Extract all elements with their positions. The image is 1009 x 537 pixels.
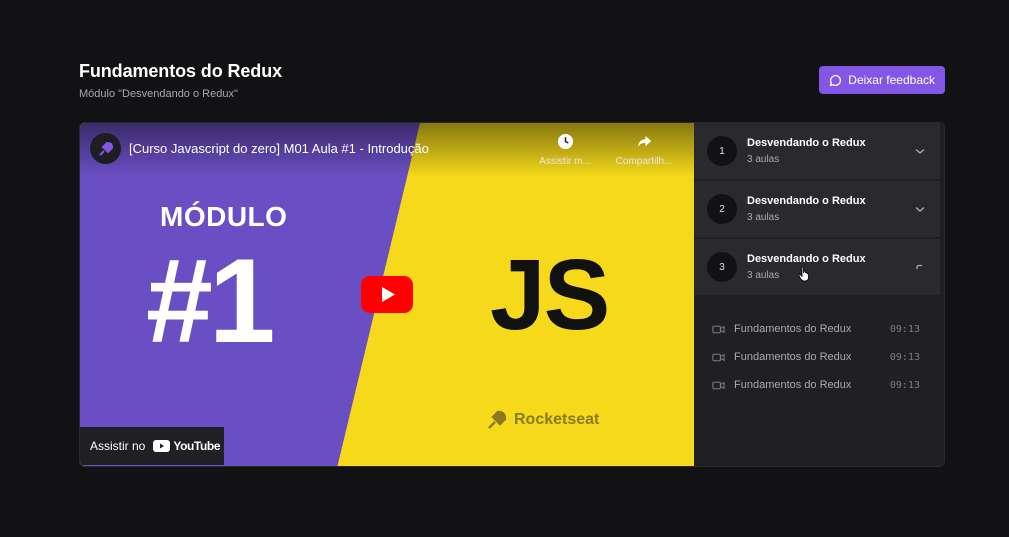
share-button[interactable]: Compartilh...	[612, 133, 676, 167]
module-lesson-count: 3 aulas	[747, 270, 780, 281]
lesson-duration: 09:13	[889, 323, 920, 335]
clock-icon	[557, 133, 573, 150]
lesson-title: Fundamentos do Redux	[734, 379, 852, 391]
share-label: Compartilh...	[615, 156, 673, 167]
module-item-1[interactable]: 1 Desvendando o Redux 3 aulas	[694, 123, 940, 179]
video-camera-icon	[712, 381, 725, 389]
page-subtitle: Módulo "Desvendando o Redux"	[79, 88, 238, 100]
page-title: Fundamentos do Redux	[79, 61, 283, 81]
lesson-item[interactable]: Fundamentos do Redux 09:13	[712, 343, 920, 371]
course-content: MÓDULO #1 JS Rocketseat [Curso Javascrip…	[79, 122, 945, 467]
youtube-label: YouTube	[173, 439, 221, 453]
chevron-down-icon	[915, 148, 925, 154]
youtube-icon	[153, 440, 171, 452]
watch-on-label: Assistir no	[90, 439, 146, 453]
thumbnail-language: JS	[490, 239, 610, 351]
video-title[interactable]: [Curso Javascript do zero] M01 Aula #1 -…	[129, 141, 429, 156]
rocket-icon	[98, 141, 113, 156]
chevron-up-icon	[916, 264, 922, 269]
lesson-title: Fundamentos do Redux	[734, 323, 852, 335]
watch-on-youtube-button[interactable]: Assistir no YouTube	[80, 427, 224, 465]
thumbnail-brand: Rocketseat	[486, 409, 599, 431]
lesson-title: Fundamentos do Redux	[734, 351, 852, 363]
chevron-down-icon	[915, 206, 925, 212]
play-button-icon[interactable]	[361, 276, 413, 313]
rocket-icon	[488, 410, 507, 429]
thumbnail-brand-label: Rocketseat	[514, 411, 600, 428]
module-number: 1	[707, 136, 737, 166]
module-lesson-count: 3 aulas	[747, 212, 780, 223]
module-number: 3	[707, 252, 737, 282]
lesson-item[interactable]: Fundamentos do Redux 09:13	[712, 315, 920, 343]
watch-later-button[interactable]: Assistir m...	[533, 133, 597, 167]
thumbnail-module-number: #1	[146, 234, 275, 368]
share-icon	[637, 135, 651, 148]
thumbnail-module-label: MÓDULO	[160, 201, 288, 232]
module-item-3[interactable]: 3 Desvendando o Redux 3 aulas	[694, 239, 940, 295]
lesson-duration: 09:13	[889, 351, 920, 363]
youtube-logo: YouTube	[153, 439, 221, 453]
module-title: Desvendando o Redux	[747, 253, 866, 265]
channel-avatar[interactable]	[90, 133, 121, 164]
hand-cursor-icon	[798, 266, 809, 282]
video-camera-icon	[712, 353, 725, 361]
module-item-2[interactable]: 2 Desvendando o Redux 3 aulas	[694, 181, 940, 237]
module-title: Desvendando o Redux	[747, 195, 866, 207]
lesson-item[interactable]: Fundamentos do Redux 09:13	[712, 371, 920, 399]
feedback-button-label: Deixar feedback	[848, 73, 935, 87]
module-lesson-count: 3 aulas	[747, 154, 780, 165]
watch-later-label: Assistir m...	[539, 156, 591, 167]
video-player[interactable]: MÓDULO #1 JS Rocketseat [Curso Javascrip…	[80, 123, 694, 466]
page-header: Fundamentos do Redux Módulo "Desvendando…	[79, 60, 945, 104]
video-camera-icon	[712, 325, 725, 333]
feedback-button[interactable]: Deixar feedback	[819, 66, 945, 94]
lesson-list: Fundamentos do Redux 09:13 Fundamentos d…	[694, 297, 940, 399]
module-number: 2	[707, 194, 737, 224]
module-title: Desvendando o Redux	[747, 137, 866, 149]
modules-sidebar: 1 Desvendando o Redux 3 aulas 2 Desvenda…	[694, 123, 940, 466]
lesson-duration: 09:13	[889, 379, 920, 391]
chat-icon	[829, 74, 842, 86]
